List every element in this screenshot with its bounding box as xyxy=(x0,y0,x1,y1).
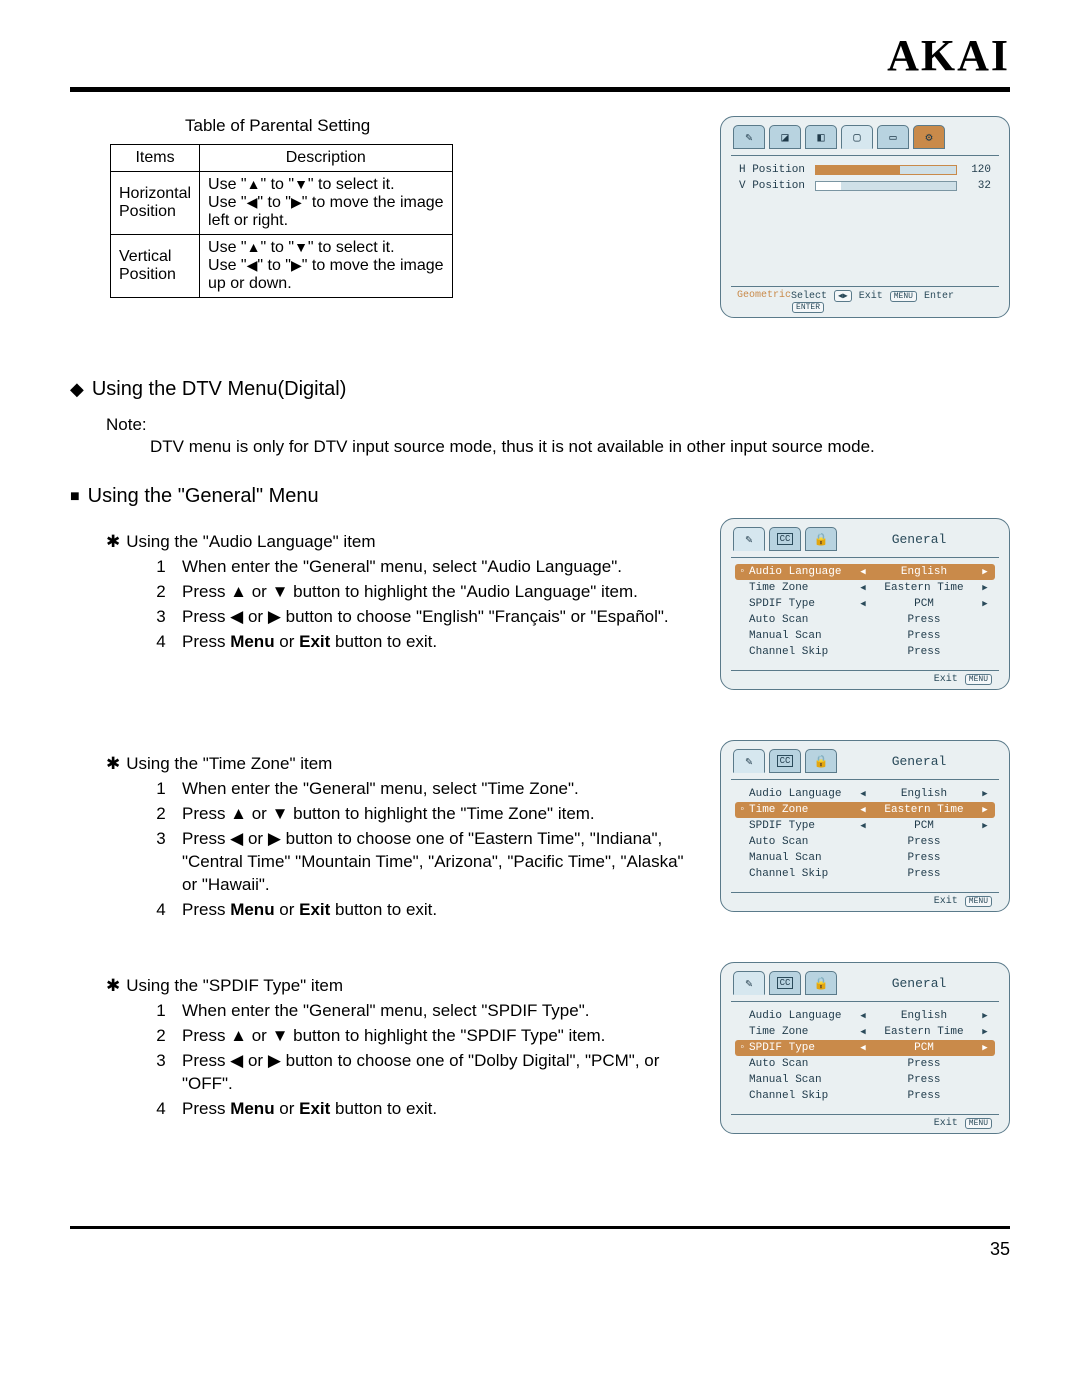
gen-tab-1: ✎ xyxy=(733,749,765,773)
osd-row: Audio Language◀English▶ xyxy=(735,786,995,802)
brand-logo: AKAI xyxy=(70,30,1010,81)
osd-general: ✎CC🔒 General Audio Language◀English▶◦Time … xyxy=(720,740,1010,912)
osd-general: ✎CC🔒 General Audio Language◀English▶Time Z… xyxy=(720,962,1010,1134)
osd-row: Channel SkipPress xyxy=(735,644,995,660)
osd-row: Channel SkipPress xyxy=(735,1088,995,1104)
diamond-icon: ◆ xyxy=(70,379,84,400)
geo-tab-5: ▭ xyxy=(877,125,909,149)
note-body: DTV menu is only for DTV input source mo… xyxy=(150,437,1010,457)
square-icon: ■ xyxy=(70,488,80,506)
step: 3Press ◀ or ▶ button to choose "English"… xyxy=(150,606,690,629)
table-desc: Use "▲" to "▼" to select it.Use "◀" to "… xyxy=(200,172,452,235)
th-items: Items xyxy=(111,145,200,172)
geo-footer-left: Geometric xyxy=(737,290,791,313)
osd-row: Manual ScanPress xyxy=(735,1072,995,1088)
step: 2Press ▲ or ▼ button to highlight the "A… xyxy=(150,581,690,604)
page-number: 35 xyxy=(70,1239,1010,1260)
step: 2Press ▲ or ▼ button to highlight the "T… xyxy=(150,803,690,826)
geo-tab-6: ⚙ xyxy=(913,125,945,149)
geo-row: H Position120 xyxy=(735,162,995,178)
gen-tab-2: CC xyxy=(769,971,801,995)
osd-row: SPDIF Type◀PCM▶ xyxy=(735,818,995,834)
th-desc: Description xyxy=(200,145,452,172)
osd-row: Auto ScanPress xyxy=(735,834,995,850)
step: 2Press ▲ or ▼ button to highlight the "S… xyxy=(150,1025,690,1048)
step: 4Press Menu or Exit button to exit. xyxy=(150,899,690,922)
osd-row: Auto ScanPress xyxy=(735,612,995,628)
osd-footer: Exit MENU xyxy=(934,896,993,907)
step: 1When enter the "General" menu, select "… xyxy=(150,778,690,801)
osd-title: General xyxy=(841,754,997,769)
gen-tab-2: CC xyxy=(769,527,801,551)
item-heading: ✱Using the "SPDIF Type" item xyxy=(106,976,690,996)
gen-tab-1: ✎ xyxy=(733,971,765,995)
step: 1When enter the "General" menu, select "… xyxy=(150,556,690,579)
osd-row: ◦SPDIF Type◀PCM▶ xyxy=(735,1040,995,1056)
osd-row: Channel SkipPress xyxy=(735,866,995,882)
step: 4Press Menu or Exit button to exit. xyxy=(150,631,690,654)
gen-tab-3: 🔒 xyxy=(805,749,837,773)
step: 4Press Menu or Exit button to exit. xyxy=(150,1098,690,1121)
heading-general: ■ Using the "General" Menu xyxy=(70,485,1010,508)
table-title: Table of Parental Setting xyxy=(185,116,690,136)
osd-row: Manual ScanPress xyxy=(735,850,995,866)
parental-table: Items Description HorizontalPositionUse … xyxy=(110,144,453,298)
osd-row: Time Zone◀Eastern Time▶ xyxy=(735,1024,995,1040)
osd-title: General xyxy=(841,976,997,991)
osd-row: Audio Language◀English▶ xyxy=(735,1008,995,1024)
osd-row: SPDIF Type◀PCM▶ xyxy=(735,596,995,612)
osd-title: General xyxy=(841,532,997,547)
rule-bottom xyxy=(70,1226,1010,1229)
gen-tab-2: CC xyxy=(769,749,801,773)
item-heading: ✱Using the "Audio Language" item xyxy=(106,532,690,552)
geo-row: V Position32 xyxy=(735,178,995,194)
osd-footer: Exit MENU xyxy=(934,674,993,685)
table-desc: Use "▲" to "▼" to select it.Use "◀" to "… xyxy=(200,235,452,298)
geo-footer-right: Select ◀▶ Exit MENU Enter ENTER xyxy=(791,290,993,313)
step: 3Press ◀ or ▶ button to choose one of "D… xyxy=(150,1050,690,1096)
geo-tab-2: ◪ xyxy=(769,125,801,149)
geo-tab-1: ✎ xyxy=(733,125,765,149)
note-label: Note: xyxy=(106,415,1010,435)
gen-tab-1: ✎ xyxy=(733,527,765,551)
heading-dtv: ◆ Using the DTV Menu(Digital) xyxy=(70,378,1010,401)
gen-tab-3: 🔒 xyxy=(805,971,837,995)
osd-geometric: ✎ ◪ ◧ ▢ ▭ ⚙ H Position120V Position32 Ge… xyxy=(720,116,1010,318)
osd-row: Auto ScanPress xyxy=(735,1056,995,1072)
step: 3Press ◀ or ▶ button to choose one of "E… xyxy=(150,828,690,897)
step: 1When enter the "General" menu, select "… xyxy=(150,1000,690,1023)
osd-general: ✎CC🔒 General ◦Audio Language◀English▶Time … xyxy=(720,518,1010,690)
item-heading: ✱Using the "Time Zone" item xyxy=(106,754,690,774)
geo-tab-4: ▢ xyxy=(841,125,873,149)
rule-top xyxy=(70,87,1010,92)
table-item: VerticalPosition xyxy=(111,235,200,298)
osd-row: Time Zone◀Eastern Time▶ xyxy=(735,580,995,596)
osd-footer: Exit MENU xyxy=(934,1118,993,1129)
osd-row: ◦Audio Language◀English▶ xyxy=(735,564,995,580)
osd-row: ◦Time Zone◀Eastern Time▶ xyxy=(735,802,995,818)
gen-tab-3: 🔒 xyxy=(805,527,837,551)
table-item: HorizontalPosition xyxy=(111,172,200,235)
osd-row: Manual ScanPress xyxy=(735,628,995,644)
geo-tab-3: ◧ xyxy=(805,125,837,149)
